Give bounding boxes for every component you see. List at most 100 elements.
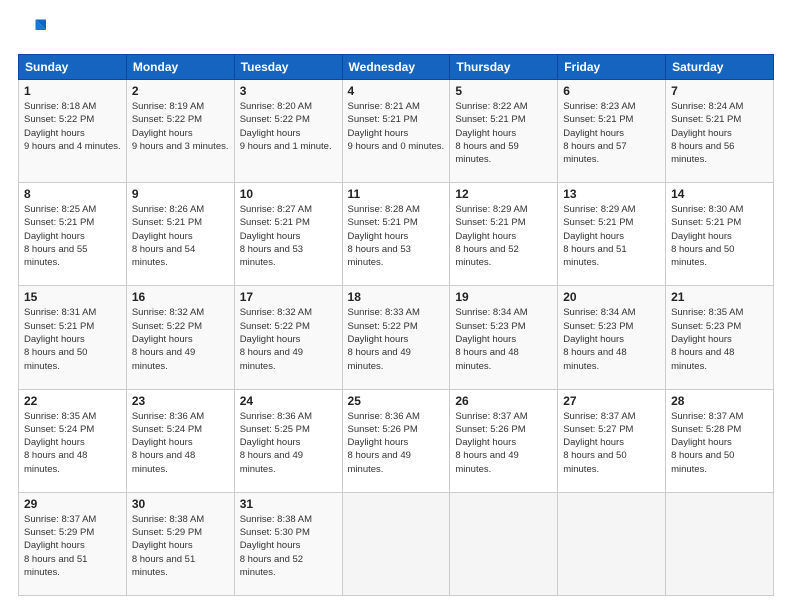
week-row-4: 22 Sunrise: 8:35 AM Sunset: 5:24 PM Dayl… — [19, 389, 774, 492]
day-info: Sunrise: 8:26 AM Sunset: 5:21 PM Dayligh… — [132, 203, 229, 269]
day-number: 21 — [671, 290, 768, 304]
calendar-cell — [450, 492, 558, 595]
day-info: Sunrise: 8:38 AM Sunset: 5:30 PM Dayligh… — [240, 513, 337, 579]
calendar-cell: 18 Sunrise: 8:33 AM Sunset: 5:22 PM Dayl… — [342, 286, 450, 389]
week-row-1: 1 Sunrise: 8:18 AM Sunset: 5:22 PM Dayli… — [19, 80, 774, 183]
calendar-cell — [342, 492, 450, 595]
header — [18, 16, 774, 44]
calendar-table: SundayMondayTuesdayWednesdayThursdayFrid… — [18, 54, 774, 596]
calendar-cell: 3 Sunrise: 8:20 AM Sunset: 5:22 PM Dayli… — [234, 80, 342, 183]
calendar-cell: 4 Sunrise: 8:21 AM Sunset: 5:21 PM Dayli… — [342, 80, 450, 183]
calendar-cell: 12 Sunrise: 8:29 AM Sunset: 5:21 PM Dayl… — [450, 183, 558, 286]
day-number: 16 — [132, 290, 229, 304]
day-info: Sunrise: 8:35 AM Sunset: 5:24 PM Dayligh… — [24, 410, 121, 476]
calendar-cell: 30 Sunrise: 8:38 AM Sunset: 5:29 PM Dayl… — [126, 492, 234, 595]
calendar-cell: 6 Sunrise: 8:23 AM Sunset: 5:21 PM Dayli… — [558, 80, 666, 183]
day-info: Sunrise: 8:25 AM Sunset: 5:21 PM Dayligh… — [24, 203, 121, 269]
day-info: Sunrise: 8:22 AM Sunset: 5:21 PM Dayligh… — [455, 100, 552, 166]
calendar-cell: 24 Sunrise: 8:36 AM Sunset: 5:25 PM Dayl… — [234, 389, 342, 492]
day-number: 5 — [455, 84, 552, 98]
day-info: Sunrise: 8:20 AM Sunset: 5:22 PM Dayligh… — [240, 100, 337, 153]
day-number: 3 — [240, 84, 337, 98]
day-info: Sunrise: 8:37 AM Sunset: 5:26 PM Dayligh… — [455, 410, 552, 476]
day-info: Sunrise: 8:21 AM Sunset: 5:21 PM Dayligh… — [348, 100, 445, 153]
day-number: 4 — [348, 84, 445, 98]
day-info: Sunrise: 8:30 AM Sunset: 5:21 PM Dayligh… — [671, 203, 768, 269]
day-number: 20 — [563, 290, 660, 304]
day-info: Sunrise: 8:32 AM Sunset: 5:22 PM Dayligh… — [240, 306, 337, 372]
calendar-cell: 22 Sunrise: 8:35 AM Sunset: 5:24 PM Dayl… — [19, 389, 127, 492]
day-number: 29 — [24, 497, 121, 511]
day-info: Sunrise: 8:34 AM Sunset: 5:23 PM Dayligh… — [563, 306, 660, 372]
calendar-body: 1 Sunrise: 8:18 AM Sunset: 5:22 PM Dayli… — [19, 80, 774, 596]
calendar-cell: 9 Sunrise: 8:26 AM Sunset: 5:21 PM Dayli… — [126, 183, 234, 286]
calendar-cell: 1 Sunrise: 8:18 AM Sunset: 5:22 PM Dayli… — [19, 80, 127, 183]
day-info: Sunrise: 8:36 AM Sunset: 5:24 PM Dayligh… — [132, 410, 229, 476]
day-number: 31 — [240, 497, 337, 511]
day-info: Sunrise: 8:37 AM Sunset: 5:27 PM Dayligh… — [563, 410, 660, 476]
day-number: 7 — [671, 84, 768, 98]
day-info: Sunrise: 8:36 AM Sunset: 5:26 PM Dayligh… — [348, 410, 445, 476]
day-number: 8 — [24, 187, 121, 201]
calendar-cell: 7 Sunrise: 8:24 AM Sunset: 5:21 PM Dayli… — [666, 80, 774, 183]
day-number: 19 — [455, 290, 552, 304]
day-info: Sunrise: 8:23 AM Sunset: 5:21 PM Dayligh… — [563, 100, 660, 166]
day-info: Sunrise: 8:37 AM Sunset: 5:28 PM Dayligh… — [671, 410, 768, 476]
calendar-cell: 20 Sunrise: 8:34 AM Sunset: 5:23 PM Dayl… — [558, 286, 666, 389]
day-number: 10 — [240, 187, 337, 201]
day-number: 25 — [348, 394, 445, 408]
day-info: Sunrise: 8:34 AM Sunset: 5:23 PM Dayligh… — [455, 306, 552, 372]
calendar-cell: 14 Sunrise: 8:30 AM Sunset: 5:21 PM Dayl… — [666, 183, 774, 286]
calendar-cell: 23 Sunrise: 8:36 AM Sunset: 5:24 PM Dayl… — [126, 389, 234, 492]
day-info: Sunrise: 8:33 AM Sunset: 5:22 PM Dayligh… — [348, 306, 445, 372]
calendar-cell: 5 Sunrise: 8:22 AM Sunset: 5:21 PM Dayli… — [450, 80, 558, 183]
day-number: 6 — [563, 84, 660, 98]
day-number: 14 — [671, 187, 768, 201]
day-info: Sunrise: 8:27 AM Sunset: 5:21 PM Dayligh… — [240, 203, 337, 269]
day-number: 22 — [24, 394, 121, 408]
calendar-cell: 27 Sunrise: 8:37 AM Sunset: 5:27 PM Dayl… — [558, 389, 666, 492]
weekday-header-sunday: Sunday — [19, 55, 127, 80]
day-number: 1 — [24, 84, 121, 98]
calendar-cell: 2 Sunrise: 8:19 AM Sunset: 5:22 PM Dayli… — [126, 80, 234, 183]
day-number: 12 — [455, 187, 552, 201]
calendar-cell: 17 Sunrise: 8:32 AM Sunset: 5:22 PM Dayl… — [234, 286, 342, 389]
calendar-cell: 11 Sunrise: 8:28 AM Sunset: 5:21 PM Dayl… — [342, 183, 450, 286]
logo — [18, 16, 50, 44]
calendar-cell: 21 Sunrise: 8:35 AM Sunset: 5:23 PM Dayl… — [666, 286, 774, 389]
day-info: Sunrise: 8:35 AM Sunset: 5:23 PM Dayligh… — [671, 306, 768, 372]
calendar-cell — [666, 492, 774, 595]
calendar-cell: 25 Sunrise: 8:36 AM Sunset: 5:26 PM Dayl… — [342, 389, 450, 492]
calendar-header: SundayMondayTuesdayWednesdayThursdayFrid… — [19, 55, 774, 80]
calendar-cell — [558, 492, 666, 595]
week-row-5: 29 Sunrise: 8:37 AM Sunset: 5:29 PM Dayl… — [19, 492, 774, 595]
day-number: 9 — [132, 187, 229, 201]
day-info: Sunrise: 8:37 AM Sunset: 5:29 PM Dayligh… — [24, 513, 121, 579]
day-number: 27 — [563, 394, 660, 408]
week-row-3: 15 Sunrise: 8:31 AM Sunset: 5:21 PM Dayl… — [19, 286, 774, 389]
day-info: Sunrise: 8:19 AM Sunset: 5:22 PM Dayligh… — [132, 100, 229, 153]
day-info: Sunrise: 8:18 AM Sunset: 5:22 PM Dayligh… — [24, 100, 121, 153]
day-number: 26 — [455, 394, 552, 408]
weekday-header-wednesday: Wednesday — [342, 55, 450, 80]
day-number: 18 — [348, 290, 445, 304]
day-number: 2 — [132, 84, 229, 98]
day-info: Sunrise: 8:36 AM Sunset: 5:25 PM Dayligh… — [240, 410, 337, 476]
day-info: Sunrise: 8:24 AM Sunset: 5:21 PM Dayligh… — [671, 100, 768, 166]
day-number: 30 — [132, 497, 229, 511]
calendar-cell: 13 Sunrise: 8:29 AM Sunset: 5:21 PM Dayl… — [558, 183, 666, 286]
weekday-header-tuesday: Tuesday — [234, 55, 342, 80]
day-number: 13 — [563, 187, 660, 201]
day-info: Sunrise: 8:28 AM Sunset: 5:21 PM Dayligh… — [348, 203, 445, 269]
week-row-2: 8 Sunrise: 8:25 AM Sunset: 5:21 PM Dayli… — [19, 183, 774, 286]
day-number: 28 — [671, 394, 768, 408]
weekday-header-monday: Monday — [126, 55, 234, 80]
calendar-cell: 28 Sunrise: 8:37 AM Sunset: 5:28 PM Dayl… — [666, 389, 774, 492]
day-number: 24 — [240, 394, 337, 408]
weekday-header-saturday: Saturday — [666, 55, 774, 80]
day-number: 23 — [132, 394, 229, 408]
calendar-cell: 29 Sunrise: 8:37 AM Sunset: 5:29 PM Dayl… — [19, 492, 127, 595]
day-info: Sunrise: 8:31 AM Sunset: 5:21 PM Dayligh… — [24, 306, 121, 372]
day-info: Sunrise: 8:29 AM Sunset: 5:21 PM Dayligh… — [455, 203, 552, 269]
day-number: 17 — [240, 290, 337, 304]
